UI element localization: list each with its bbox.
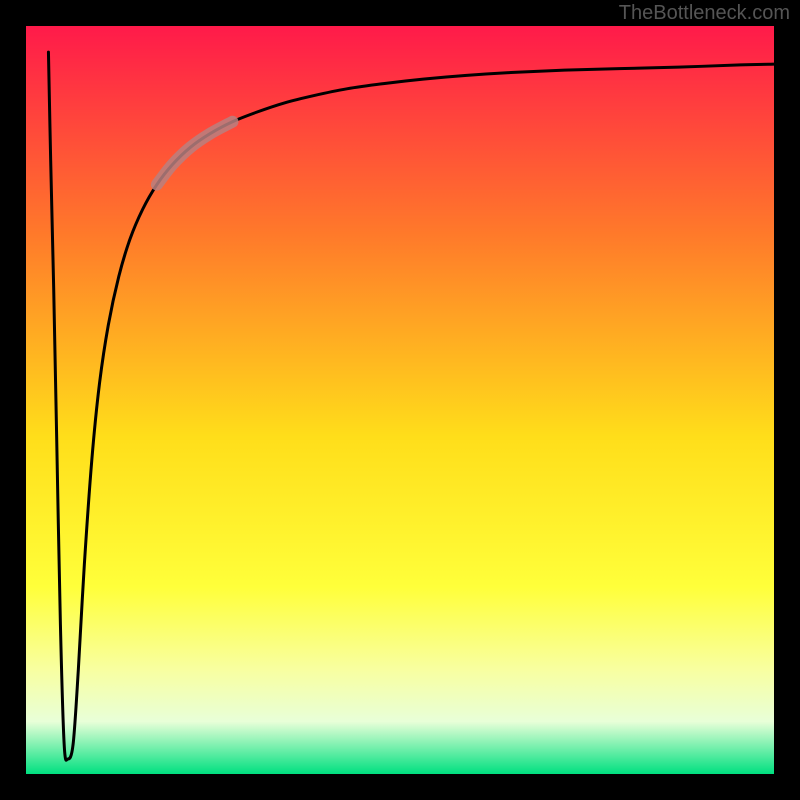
chart-frame: TheBottleneck.com bbox=[0, 0, 800, 800]
attribution-text: TheBottleneck.com bbox=[619, 2, 790, 25]
plot-area bbox=[26, 26, 774, 774]
bottleneck-chart bbox=[0, 0, 800, 800]
